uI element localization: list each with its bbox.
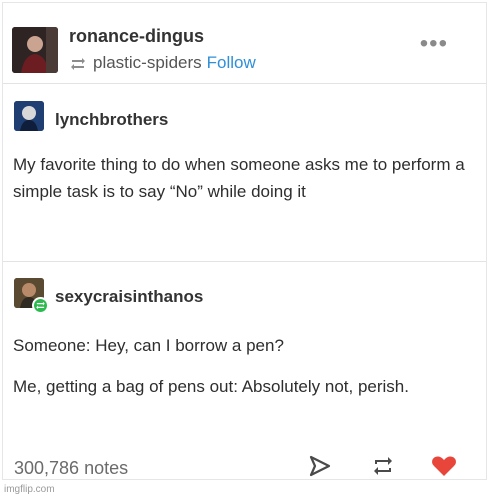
author-username[interactable]: ronance-dingus [69,26,204,47]
thread-text: Someone: Hey, can I borrow a pen? [13,336,284,355]
thread-text: Me, getting a bag of pens out: Absolutel… [13,377,409,396]
tumblr-post-card: ronance-dingus plastic-spiders Follow ••… [2,2,487,480]
post-footer: 300,786 notes [3,441,486,481]
notes-count[interactable]: 300,786 notes [14,458,128,479]
more-icon[interactable]: ••• [420,32,448,56]
thread-username[interactable]: lynchbrothers [55,110,168,130]
reblog-source-name[interactable]: plastic-spiders [93,53,202,73]
reblog-action-icon[interactable] [371,455,395,482]
watermark: imgflip.com [4,484,55,495]
avatar[interactable] [14,101,44,131]
thread-entry: sexycraisinthanos Someone: Hey, can I bo… [3,261,486,441]
follow-button[interactable]: Follow [207,53,256,73]
author-avatar[interactable] [12,27,58,73]
post-header: ronance-dingus plastic-spiders Follow ••… [3,3,486,84]
heart-icon[interactable] [431,455,457,482]
reblog-icon [69,56,87,70]
share-icon[interactable] [308,455,332,482]
thread-entry: lynchbrothers My favorite thing to do wh… [3,83,486,262]
thread-username[interactable]: sexycraisinthanos [55,287,203,307]
reblog-badge-icon [32,297,49,314]
thread-text: My favorite thing to do when someone ask… [13,155,465,201]
reblog-source: plastic-spiders Follow [69,53,256,73]
